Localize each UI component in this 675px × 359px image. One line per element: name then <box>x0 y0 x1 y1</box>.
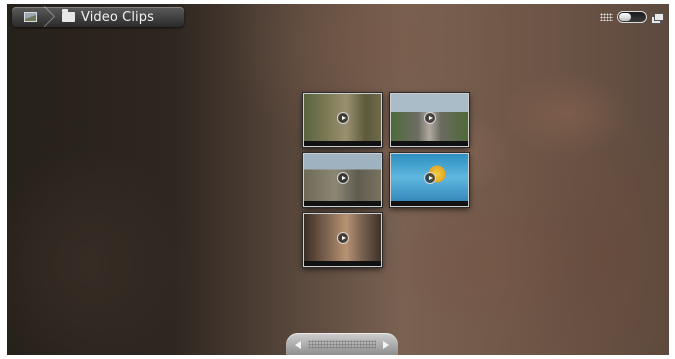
gallery-icon <box>23 12 37 22</box>
play-icon <box>423 112 436 124</box>
play-icon <box>336 172 349 184</box>
play-icon <box>336 112 349 124</box>
play-icon <box>336 232 349 244</box>
scroll-control[interactable] <box>286 333 398 355</box>
breadcrumb-current[interactable]: Video Clips <box>62 9 154 25</box>
video-thumbnail[interactable] <box>303 213 382 267</box>
video-thumbnail[interactable] <box>390 153 469 207</box>
toggle-knob <box>619 13 631 21</box>
play-icon <box>423 172 436 184</box>
grid-icon <box>600 13 613 21</box>
breadcrumb-label: Video Clips <box>81 9 154 25</box>
thumbnail-bar <box>391 141 468 146</box>
scroll-track[interactable] <box>308 340 376 349</box>
gallery-home-button[interactable] <box>12 7 48 27</box>
thumbnail-bar <box>304 261 381 266</box>
video-thumbnail[interactable] <box>303 93 382 147</box>
folder-icon <box>62 9 75 22</box>
breadcrumb: Video Clips <box>12 7 184 27</box>
chevron-right-icon[interactable] <box>383 341 389 349</box>
thumbnail-bar <box>304 201 381 206</box>
chevron-left-icon[interactable] <box>295 341 301 349</box>
thumbnail-bar <box>304 141 381 146</box>
video-thumbnail[interactable] <box>303 153 382 207</box>
thumbnail-bar <box>391 201 468 206</box>
view-toggle-switch[interactable] <box>617 11 647 23</box>
view-toggle[interactable] <box>600 11 664 24</box>
slideshow-icon <box>651 12 664 24</box>
gallery-screen: Video Clips <box>7 4 669 355</box>
video-thumbnail[interactable] <box>390 93 469 147</box>
